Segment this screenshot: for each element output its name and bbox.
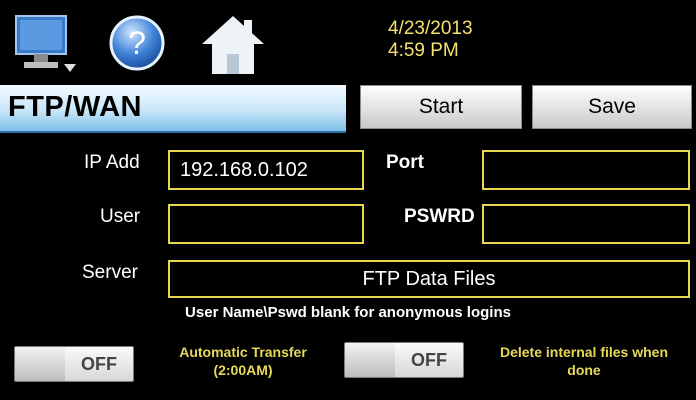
server-label: Server [82, 262, 138, 283]
ip-field[interactable]: 192.168.0.102 [168, 150, 364, 190]
time-text: 4:59 PM [388, 40, 459, 61]
help-icon[interactable]: ? [108, 14, 166, 72]
auto-transfer-state: OFF [65, 347, 133, 381]
pswrd-label: PSWRD [404, 206, 475, 227]
user-field[interactable] [168, 204, 364, 244]
ip-label: IP Add [84, 152, 140, 173]
svg-text:?: ? [128, 25, 146, 61]
delete-files-label-line1: Delete internal files when [499, 344, 669, 360]
top-bar: ? 4/23/2013 4:59 PM [0, 0, 696, 84]
home-icon[interactable] [200, 14, 266, 76]
auto-transfer-label-line2: (2:00AM) [213, 362, 273, 378]
start-button[interactable]: Start [360, 85, 522, 129]
datetime-display: 4/23/2013 4:59 PM [388, 18, 473, 62]
pswrd-field[interactable] [482, 204, 690, 244]
anonymous-login-note: User Name\Pswd blank for anonymous login… [185, 304, 511, 321]
toggle-knob [345, 343, 396, 377]
port-label: Port [386, 152, 424, 173]
title-panel: FTP/WAN [0, 85, 346, 133]
auto-transfer-label-line1: Automatic Transfer [179, 344, 307, 360]
auto-transfer-toggle[interactable]: OFF [14, 346, 134, 382]
delete-files-state: OFF [395, 343, 463, 377]
delete-files-label: Delete internal files when done [474, 343, 694, 379]
user-label: User [100, 206, 141, 227]
delete-files-toggle[interactable]: OFF [344, 342, 464, 378]
port-field[interactable] [482, 150, 690, 190]
save-button[interactable]: Save [532, 85, 692, 129]
title-bar: FTP/WAN Start Save [0, 85, 696, 133]
monitor-icon[interactable] [14, 14, 76, 74]
date-text: 4/23/2013 [388, 18, 473, 39]
auto-transfer-label: Automatic Transfer (2:00AM) [148, 343, 338, 379]
toggle-knob [15, 347, 66, 381]
server-field[interactable]: FTP Data Files [168, 260, 690, 298]
page-title: FTP/WAN [8, 91, 142, 123]
delete-files-label-line2: done [567, 362, 601, 378]
